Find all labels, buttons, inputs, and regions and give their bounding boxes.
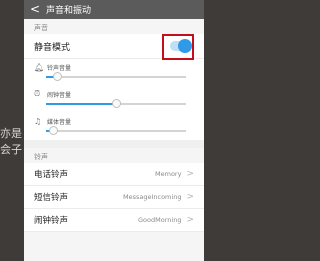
slider-thumb[interactable]: [49, 126, 58, 135]
volume-slider-alarm[interactable]: [46, 99, 186, 108]
bell-icon: 🔔︎: [34, 62, 45, 72]
ringtone-title: 闹钟铃声: [34, 216, 69, 226]
ringtone-value: Memory: [155, 170, 182, 178]
chevron-right-icon: >: [186, 215, 194, 225]
volume-row-media: ♫ 媒体音量: [24, 113, 204, 140]
ringtone-row-sms[interactable]: 短信铃声 MessageIncoming >: [24, 186, 204, 209]
page-title: 声音和振动: [46, 6, 92, 16]
volume-row-alarm: ⏰︎ 闹钟音量: [24, 86, 204, 113]
chevron-right-icon: >: [186, 192, 194, 202]
section-label-ringtone: 铃声: [34, 153, 48, 161]
ringtone-title: 短信铃声: [34, 193, 69, 203]
music-note-icon: ♫: [34, 116, 42, 126]
volume-label: 媒体音量: [47, 118, 72, 126]
alarm-clock-icon: ⏰︎: [34, 89, 41, 98]
ringtone-title: 电话铃声: [34, 170, 69, 180]
volume-label: 铃声音量: [47, 64, 72, 72]
volume-slider-ringtone[interactable]: [46, 72, 186, 81]
chevron-right-icon: >: [186, 169, 194, 179]
background-text: 亦是 会子: [0, 127, 22, 156]
app-header: < 声音和振动: [24, 0, 204, 19]
ringtone-value: GoodMorning: [138, 216, 182, 224]
ringtone-value: MessageIncoming: [122, 193, 182, 201]
ringtone-row-call[interactable]: 电话铃声 Memory >: [24, 163, 204, 186]
ringtone-row-alarm[interactable]: 闹钟铃声 GoodMorning >: [24, 209, 204, 232]
volume-label: 闹钟音量: [47, 91, 72, 99]
silent-mode-label: 静音模式: [34, 42, 71, 53]
slider-fill: [46, 103, 116, 105]
slider-thumb[interactable]: [53, 72, 63, 81]
back-arrow-icon[interactable]: <: [24, 0, 46, 19]
slider-thumb[interactable]: [112, 99, 121, 108]
highlight-box: [162, 34, 194, 60]
section-label-sound: 声音: [34, 24, 48, 32]
section-gap: [24, 140, 204, 148]
volume-slider-media[interactable]: [46, 126, 186, 135]
volume-row-ringtone: 🔔︎ 铃声音量: [24, 59, 204, 86]
